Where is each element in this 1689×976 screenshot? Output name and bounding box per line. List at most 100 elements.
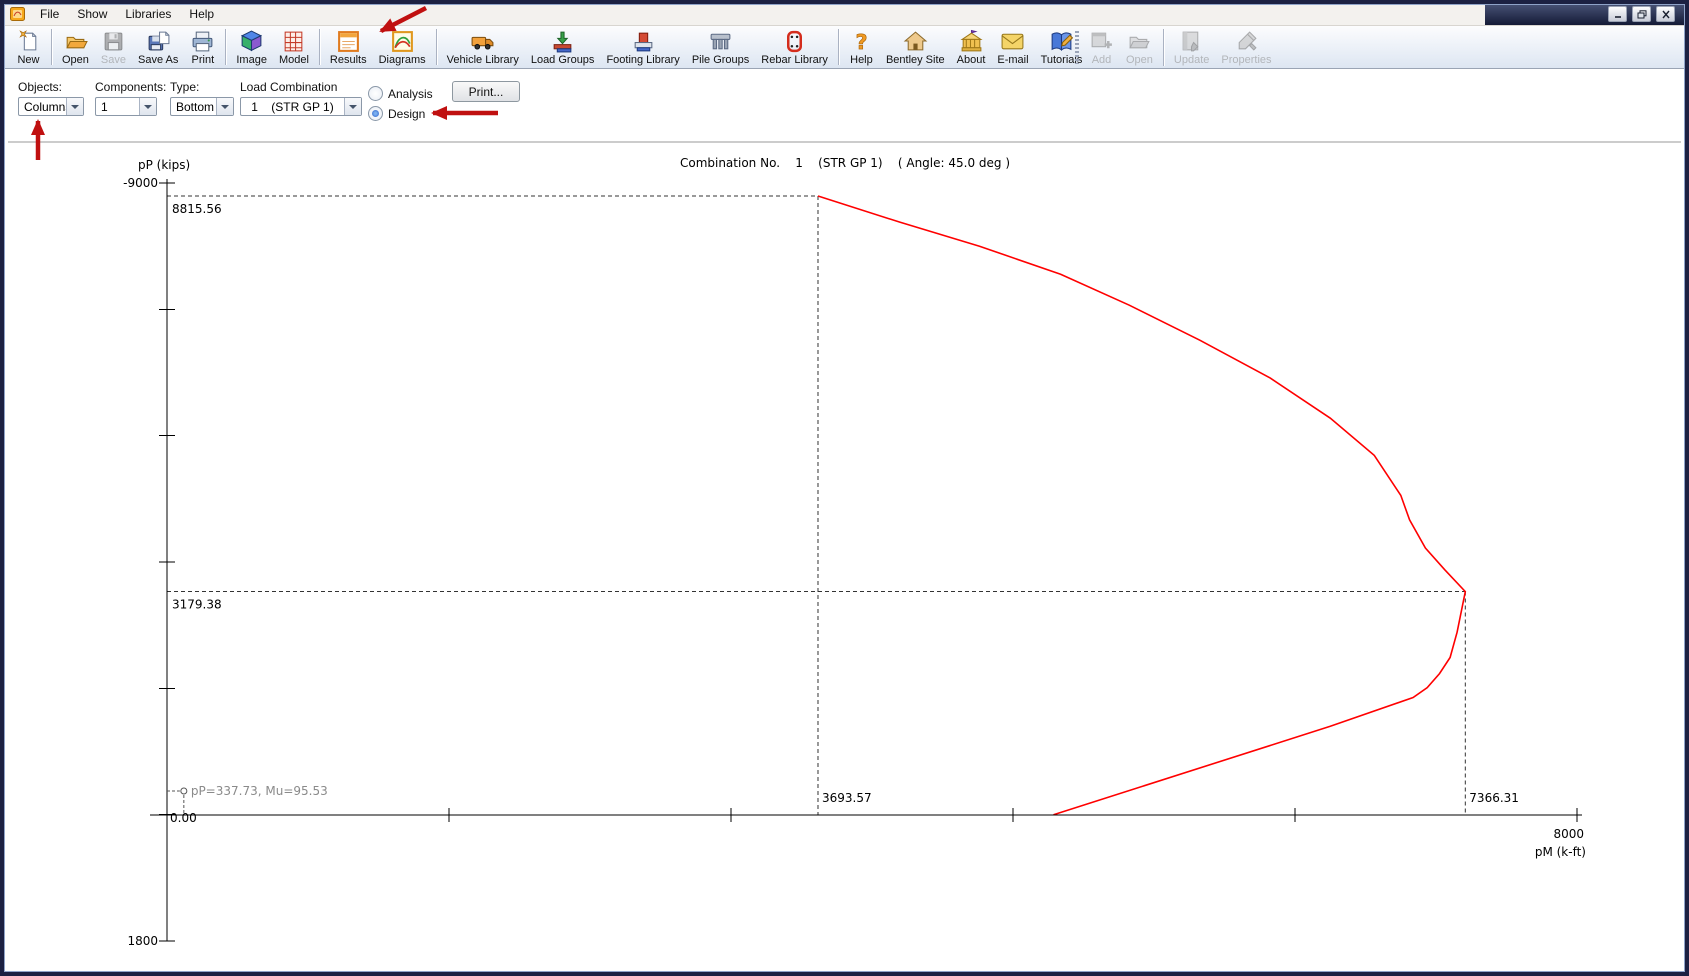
load-combination-value: 1 (STR GP 1) [241,100,344,114]
properties-icon [1234,28,1259,54]
open-button: Open [1120,26,1159,69]
close-button[interactable] [1656,6,1675,22]
toolbar-button-label: Properties [1221,54,1271,67]
model-grid-icon [281,28,306,54]
type-dropdown-button[interactable] [216,98,233,115]
chevron-down-icon [71,105,79,109]
objects-dropdown-button[interactable] [66,98,83,115]
diagrams-button[interactable]: Diagrams [373,26,432,68]
menu-libraries[interactable]: Libraries [116,4,180,24]
e-mail-button[interactable]: E-mail [991,26,1034,68]
restore-button[interactable] [1632,6,1651,22]
x-axis-end-label: 8000 [1553,827,1584,841]
objects-dropdown[interactable]: Columns [18,97,84,116]
origin-label: 0.00 [170,811,197,825]
titlebar [1485,3,1685,25]
menu-help[interactable]: Help [180,4,223,24]
save-as-icon [146,28,171,54]
radio-circle-icon [368,86,383,101]
toolbar-button-label: Open [62,54,89,67]
design-capacity-curve [818,196,1465,815]
save-button: Save [95,26,132,68]
menu-file[interactable]: File [31,4,68,24]
vehicle-library-button[interactable]: Vehicle Library [441,26,525,68]
open-button[interactable]: Open [56,26,95,68]
about-icon [959,28,984,54]
type-dropdown[interactable]: Bottom [170,97,234,116]
toolbar-button-label: Results [330,54,367,67]
toolbar-button-label: Diagrams [379,54,426,67]
printer-icon [190,28,215,54]
image-button[interactable]: Image [230,26,273,68]
new-document-icon [16,28,41,54]
toolbar-button-label: Rebar Library [761,54,828,67]
chart-title: Combination No. 1 (STR GP 1) ( Angle: 45… [680,156,1010,170]
toolbar-button-label: Print [192,54,215,67]
toolbar-grip[interactable] [1075,31,1079,64]
svg-text:?: ? [855,29,867,53]
tutorials-icon [1049,28,1074,54]
save-as-button[interactable]: Save As [132,26,184,68]
home-icon [903,28,928,54]
toolbar-button-label: Footing Library [606,54,679,67]
results-window-icon [336,28,361,54]
toolbar-button-label: E-mail [997,54,1028,67]
design-radio[interactable]: Design [368,106,425,121]
components-dropdown-button[interactable] [139,98,156,115]
max-moment-point-pP-label: 3179.38 [172,598,222,612]
print-button[interactable]: Print [184,26,221,68]
load-combination-dropdown[interactable]: 1 (STR GP 1) [240,97,362,116]
design-radio-label: Design [388,107,425,121]
y-axis-title: pP (kips) [138,158,190,172]
toolbar-button-label: Save [101,54,126,67]
email-icon [1000,28,1025,54]
y-axis-bottom-label: 1800 [127,934,158,948]
image-cube-icon [239,28,264,54]
toolbar-button-label: Bentley Site [886,54,945,67]
type-value: Bottom [171,100,216,114]
pile-groups-button[interactable]: Pile Groups [686,26,755,68]
toolbar-separator [225,29,226,65]
add-icon [1089,28,1114,54]
chevron-down-icon [349,105,357,109]
bentley-site-button[interactable]: Bentley Site [880,26,951,68]
main-toolbar: New Open Save Save As Print ImageModel Results… [4,25,1685,69]
new-button[interactable]: New [10,26,47,68]
load-combination-label: Load Combination [240,80,337,94]
diagrams-chart-icon [390,28,415,54]
update-button: Update [1168,26,1215,69]
y-axis-top-label: -9000 [123,176,158,190]
chevron-down-icon [221,105,229,109]
max-moment-point-pM-label: 7366.31 [1469,791,1519,805]
toolbar-separator [319,29,320,65]
print-button[interactable]: Print... [452,81,520,102]
menu-show[interactable]: Show [68,4,116,24]
save-floppy-icon [101,28,126,54]
toolbar-button-label: Help [850,54,873,67]
help-button[interactable]: ?Help [843,26,880,68]
about-button[interactable]: About [951,26,992,68]
toolbar-button-label: Vehicle Library [447,54,519,67]
load-groups-button[interactable]: Load Groups [525,26,601,68]
toolbar-button-label: Pile Groups [692,54,749,67]
add-button: Add [1083,26,1120,69]
analysis-radio[interactable]: Analysis [368,86,433,101]
results-button[interactable]: Results [324,26,373,68]
pile-groups-icon [708,28,733,54]
toolbar-button-label: Open [1126,54,1153,67]
model-button[interactable]: Model [273,26,315,68]
minimize-button[interactable] [1608,6,1627,22]
print-button-label: Print... [469,85,504,99]
components-dropdown[interactable]: 1 [95,97,157,116]
rebar-library-button[interactable]: Rebar Library [755,26,834,68]
toolbar-button-label: About [957,54,986,67]
load-combination-dropdown-button[interactable] [344,98,361,115]
toolbar-button-label: Add [1092,54,1112,67]
footing-library-button[interactable]: Footing Library [600,26,685,68]
open-gray-icon [1127,28,1152,54]
toolbar-separator [1163,29,1164,66]
objects-value: Columns [19,100,66,114]
analysis-radio-label: Analysis [388,87,433,101]
radio-circle-checked-icon [368,106,383,121]
design-point-marker [181,788,187,794]
